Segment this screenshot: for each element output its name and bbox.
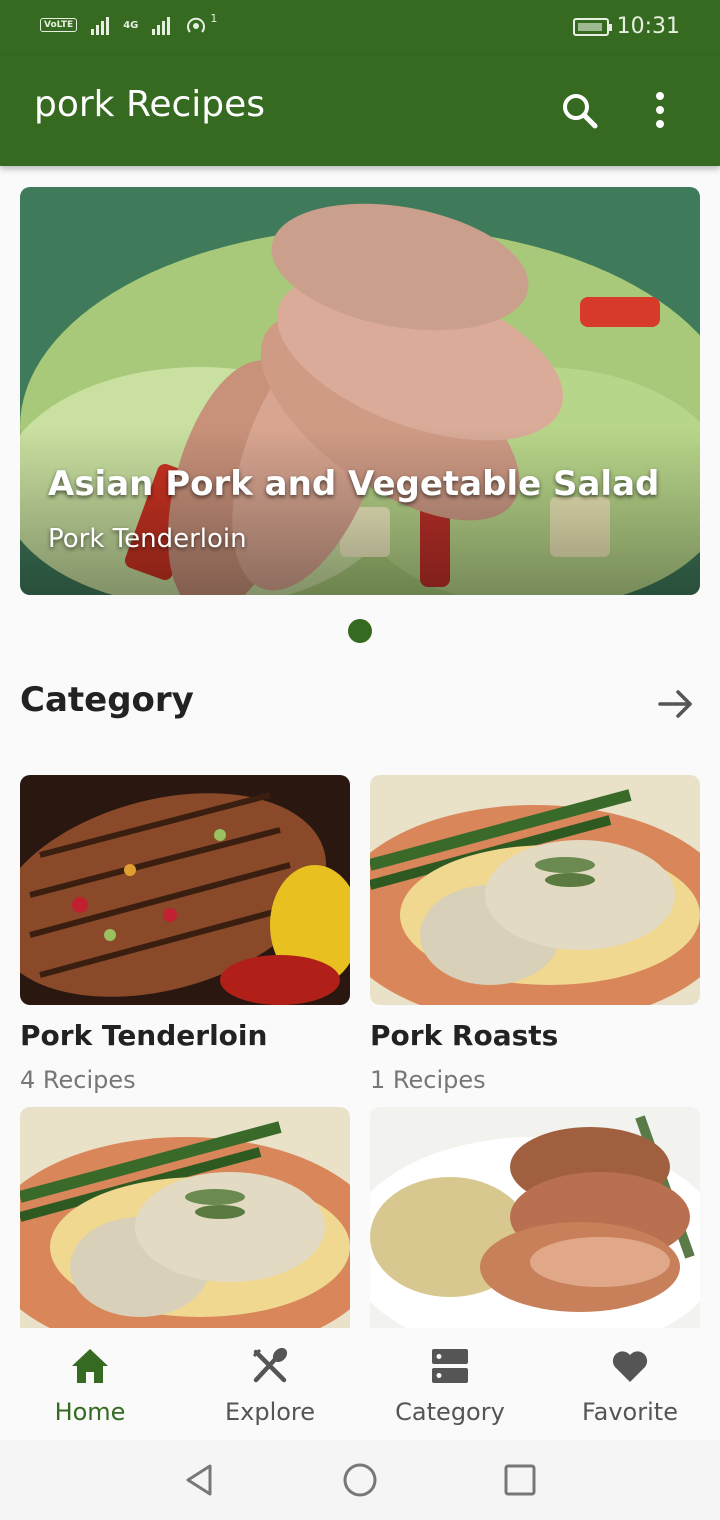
nav-explore-label: Explore xyxy=(224,1398,316,1426)
featured-recipe-category: Pork Tenderloin xyxy=(48,524,247,554)
overflow-menu-button[interactable] xyxy=(640,86,680,136)
recipe-count: 4 Recipes xyxy=(20,1066,136,1094)
more-vert-icon xyxy=(656,92,664,128)
category-name: Pork Tenderloin xyxy=(20,1019,268,1052)
nav-home[interactable]: Home xyxy=(0,1328,180,1440)
nav-explore[interactable]: Explore xyxy=(180,1328,360,1440)
recipe-count: 1 Recipes xyxy=(370,1066,486,1094)
carousel-indicator[interactable] xyxy=(348,619,372,643)
battery-icon xyxy=(572,17,612,36)
category-card[interactable]: Pork Roasts 1 Recipes xyxy=(370,775,700,1094)
nav-home-label: Home xyxy=(54,1398,126,1426)
category-card[interactable]: Pork Tenderloin 4 Recipes xyxy=(20,775,350,1094)
featured-recipe-title: Asian Pork and Vegetable Salad xyxy=(48,464,660,504)
view-all-categories-button[interactable] xyxy=(654,684,698,724)
hotspot-count: 1 xyxy=(210,11,218,25)
category-icon xyxy=(432,1349,468,1383)
category-card[interactable] xyxy=(20,1107,350,1351)
volte-badge: VoLTE xyxy=(40,18,78,32)
system-navigation-bar xyxy=(0,1440,720,1520)
home-circle-icon[interactable] xyxy=(340,1460,380,1500)
hotspot-icon xyxy=(187,17,206,33)
arrow-right-icon xyxy=(658,690,692,718)
nav-category-label: Category xyxy=(395,1398,505,1426)
network-type: 4G xyxy=(123,19,139,31)
category-name: Pork Roasts xyxy=(370,1019,559,1052)
fork-knife-icon xyxy=(252,1347,288,1383)
nav-category[interactable]: Category xyxy=(360,1328,540,1440)
category-image xyxy=(20,775,350,1005)
bottom-navigation: Home Explore Category Favorite xyxy=(0,1328,720,1440)
signal-icon-2 xyxy=(152,15,171,35)
app-bar: pork Recipes xyxy=(0,56,720,166)
home-icon xyxy=(72,1349,108,1383)
back-icon[interactable] xyxy=(180,1460,220,1500)
clock: 10:31 xyxy=(616,14,680,39)
nav-favorite[interactable]: Favorite xyxy=(540,1328,720,1440)
nav-favorite-label: Favorite xyxy=(582,1398,678,1426)
heart-icon xyxy=(612,1351,648,1382)
page-title: pork Recipes xyxy=(34,84,266,125)
category-heading: Category xyxy=(20,680,194,720)
status-bar: VoLTE 4G 1 10:31 xyxy=(0,0,720,56)
category-image xyxy=(20,1107,350,1337)
category-image xyxy=(370,775,700,1005)
search-icon xyxy=(563,94,598,129)
signal-icon xyxy=(91,15,110,35)
category-card[interactable] xyxy=(370,1107,700,1351)
featured-recipe-card[interactable]: Asian Pork and Vegetable Salad Pork Tend… xyxy=(20,187,700,595)
recents-icon[interactable] xyxy=(500,1460,540,1500)
search-button[interactable] xyxy=(556,86,606,136)
category-image xyxy=(370,1107,700,1337)
